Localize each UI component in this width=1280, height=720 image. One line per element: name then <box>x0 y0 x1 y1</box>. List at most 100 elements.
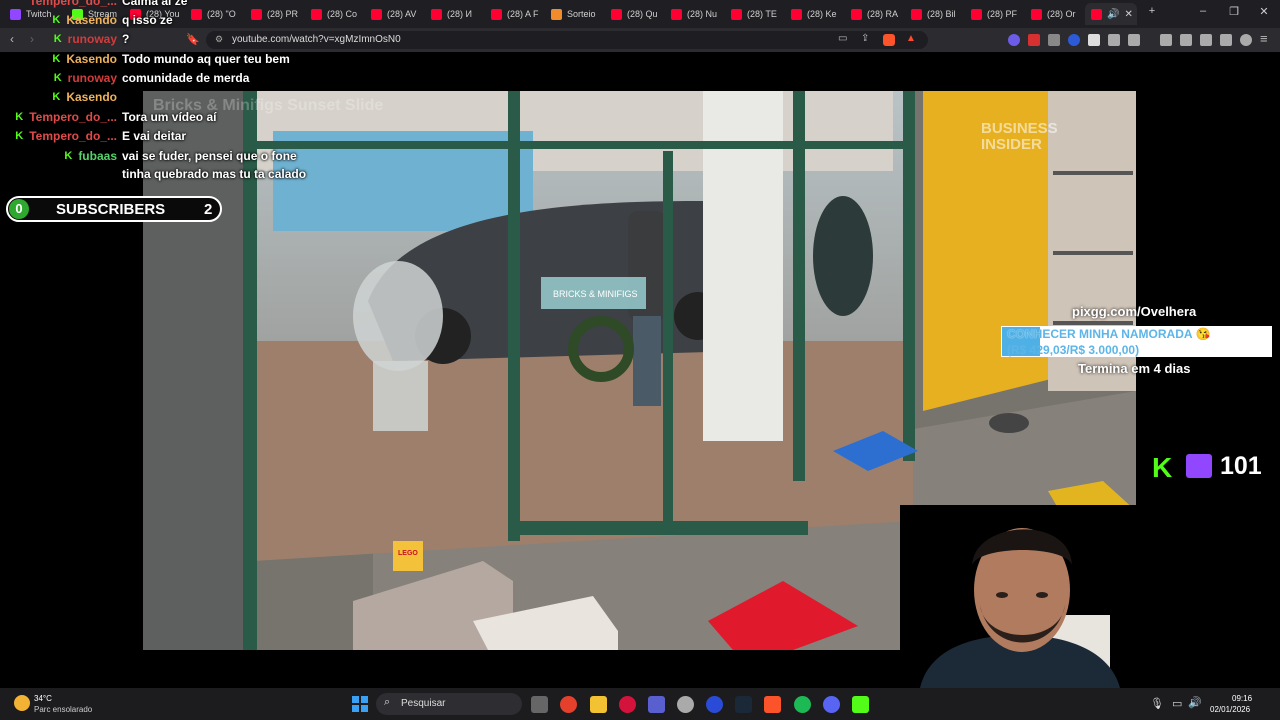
chat-username[interactable]: Kasendo <box>66 90 117 104</box>
donation-goal-ends: Termina em 4 dias <box>1078 361 1191 376</box>
kick-icon[interactable] <box>852 696 869 713</box>
store-sign-text: BRICKS & MINIFIGS <box>553 289 638 299</box>
subscriber-label: SUBSCRIBERS <box>56 201 166 218</box>
puzzle-icon[interactable] <box>1108 34 1120 46</box>
brave-icon[interactable] <box>764 696 781 713</box>
browser-tab[interactable]: (28) PR <box>251 3 307 25</box>
browser-tab[interactable]: Sorteio <box>551 3 607 25</box>
weather-icon[interactable] <box>14 695 30 711</box>
subscriber-count-current: 0 <box>9 199 29 219</box>
address-bar[interactable]: ⚙ youtube.com/watch?v=xgMzImnOsN0 ▭ ⇪ ▲ <box>206 31 928 49</box>
leo-ai-icon[interactable] <box>1220 34 1232 46</box>
clock-time[interactable]: 09:16 <box>1232 694 1252 703</box>
chat-username[interactable]: Kasendo <box>66 13 117 27</box>
browser-tab[interactable]: (28) Ke <box>791 3 847 25</box>
kick-badge-icon: K <box>64 150 73 162</box>
chat-message-text: Tora um vídeo aí <box>122 110 217 124</box>
browser-tab[interactable]: (28) TE <box>731 3 787 25</box>
brave-shields-icon[interactable] <box>883 34 895 46</box>
windows-start-icon[interactable] <box>352 696 368 712</box>
extension-icon[interactable] <box>1028 34 1040 46</box>
browser-tab[interactable]: (28) RA <box>851 3 907 25</box>
extension-icon[interactable] <box>1048 34 1060 46</box>
browser-tab[interactable]: (28) Bil <box>911 3 967 25</box>
tab-favicon-icon <box>851 8 862 20</box>
new-tab-button[interactable]: + <box>1144 5 1160 17</box>
viewer-count: 101 <box>1220 452 1262 480</box>
tab-favicon-icon <box>311 8 322 20</box>
tab-favicon-icon <box>431 8 442 20</box>
network-icon[interactable]: ▭ <box>1172 697 1182 710</box>
browser-tab[interactable]: (28) Qu <box>611 3 667 25</box>
chat-username[interactable]: Tempero_do_... <box>29 0 117 8</box>
tab-label: (28) Ke <box>807 9 837 19</box>
extension-icon[interactable] <box>1008 34 1020 46</box>
tab-label: (28) Bil <box>927 9 956 19</box>
chat-username[interactable]: Tempero_do_... <box>29 129 117 143</box>
menu-icon[interactable]: ≡ <box>1260 31 1268 46</box>
spotify-icon[interactable] <box>794 696 811 713</box>
chat-username[interactable]: fubaas <box>78 149 117 163</box>
close-window-button[interactable]: ✕ <box>1256 5 1272 18</box>
speaker-icon[interactable]: 🔊 <box>1107 9 1119 20</box>
minimize-button[interactable]: – <box>1195 5 1211 17</box>
cast-icon[interactable]: ▭ <box>838 33 847 44</box>
maximize-button[interactable]: ❐ <box>1226 5 1242 18</box>
microphone-icon[interactable]: 🎙 <box>1150 697 1164 710</box>
browser-tab[interactable]: (28) Or <box>1031 3 1087 25</box>
app-icon[interactable] <box>677 696 694 713</box>
browser-tab[interactable]: (28) Co <box>311 3 367 25</box>
extension-icon[interactable] <box>1088 34 1100 46</box>
bookmark-icon[interactable]: 🔖 <box>186 33 200 46</box>
chrome-icon[interactable] <box>560 696 577 713</box>
volume-icon[interactable]: 🔊 <box>1188 696 1202 709</box>
close-tab-icon[interactable]: ✕ <box>1124 9 1132 20</box>
discord-icon[interactable] <box>823 696 840 713</box>
tab-label: Sorteio <box>567 9 596 19</box>
file-explorer-icon[interactable] <box>590 696 607 713</box>
media-icon[interactable] <box>1160 34 1172 46</box>
kick-badge-icon: K <box>52 14 61 26</box>
browser-tab[interactable]: (28) A F <box>491 3 547 25</box>
app-icon[interactable] <box>706 696 723 713</box>
kick-badge-icon: K <box>52 53 61 65</box>
chat-username[interactable]: Tempero_do_... <box>29 110 117 124</box>
tab-favicon-icon <box>10 8 21 20</box>
chat-username[interactable]: Kasendo <box>66 52 117 66</box>
browser-tab[interactable]: (28) Nu <box>671 3 727 25</box>
vpn-icon[interactable] <box>1240 34 1252 46</box>
site-info-icon[interactable]: ⚙ <box>215 34 223 45</box>
extension-icon[interactable] <box>1068 34 1080 46</box>
screenshot-icon[interactable] <box>1128 34 1140 46</box>
chat-message-text: Todo mundo aq quer teu bem <box>122 52 290 66</box>
browser-tab[interactable]: (28) "O <box>191 3 247 25</box>
forward-button[interactable]: › <box>30 32 34 46</box>
app-icon[interactable] <box>648 696 665 713</box>
back-button[interactable]: ‹ <box>10 32 14 46</box>
tab-label: (28) A F <box>507 9 539 19</box>
wallet-icon[interactable] <box>1200 34 1212 46</box>
taskbar-search[interactable]: ⌕ Pesquisar <box>376 693 522 715</box>
sidebar-icon[interactable] <box>1180 34 1192 46</box>
tab-favicon-icon <box>911 8 922 20</box>
steam-icon[interactable] <box>735 696 752 713</box>
tab-label: (28) Co <box>327 9 358 19</box>
tab-label: (28) Or <box>1047 9 1076 19</box>
share-icon[interactable]: ⇪ <box>861 33 869 44</box>
lego-box-text: LEGO <box>398 550 418 557</box>
browser-tab[interactable]: (28) И <box>431 3 487 25</box>
weather-description: Parc ensolarado <box>34 705 93 714</box>
chat-username[interactable]: runoway <box>68 71 117 85</box>
chat-message-text: tinha quebrado mas tu ta calado <box>122 167 307 181</box>
task-view-icon[interactable] <box>531 696 548 713</box>
chat-message-text: comunidade de merda <box>122 71 250 85</box>
chat-username[interactable]: runoway <box>68 32 117 46</box>
clock-date[interactable]: 02/01/2026 <box>1210 705 1250 714</box>
tab-active[interactable]: 🔊 ✕ <box>1085 3 1137 25</box>
opera-icon[interactable] <box>619 696 636 713</box>
browser-tab[interactable]: (28) PF <box>971 3 1027 25</box>
tab-favicon-icon <box>1031 8 1042 20</box>
browser-tab[interactable]: (28) AV <box>371 3 427 25</box>
tab-favicon-icon <box>491 8 502 20</box>
brave-rewards-icon[interactable]: ▲ <box>906 33 916 44</box>
